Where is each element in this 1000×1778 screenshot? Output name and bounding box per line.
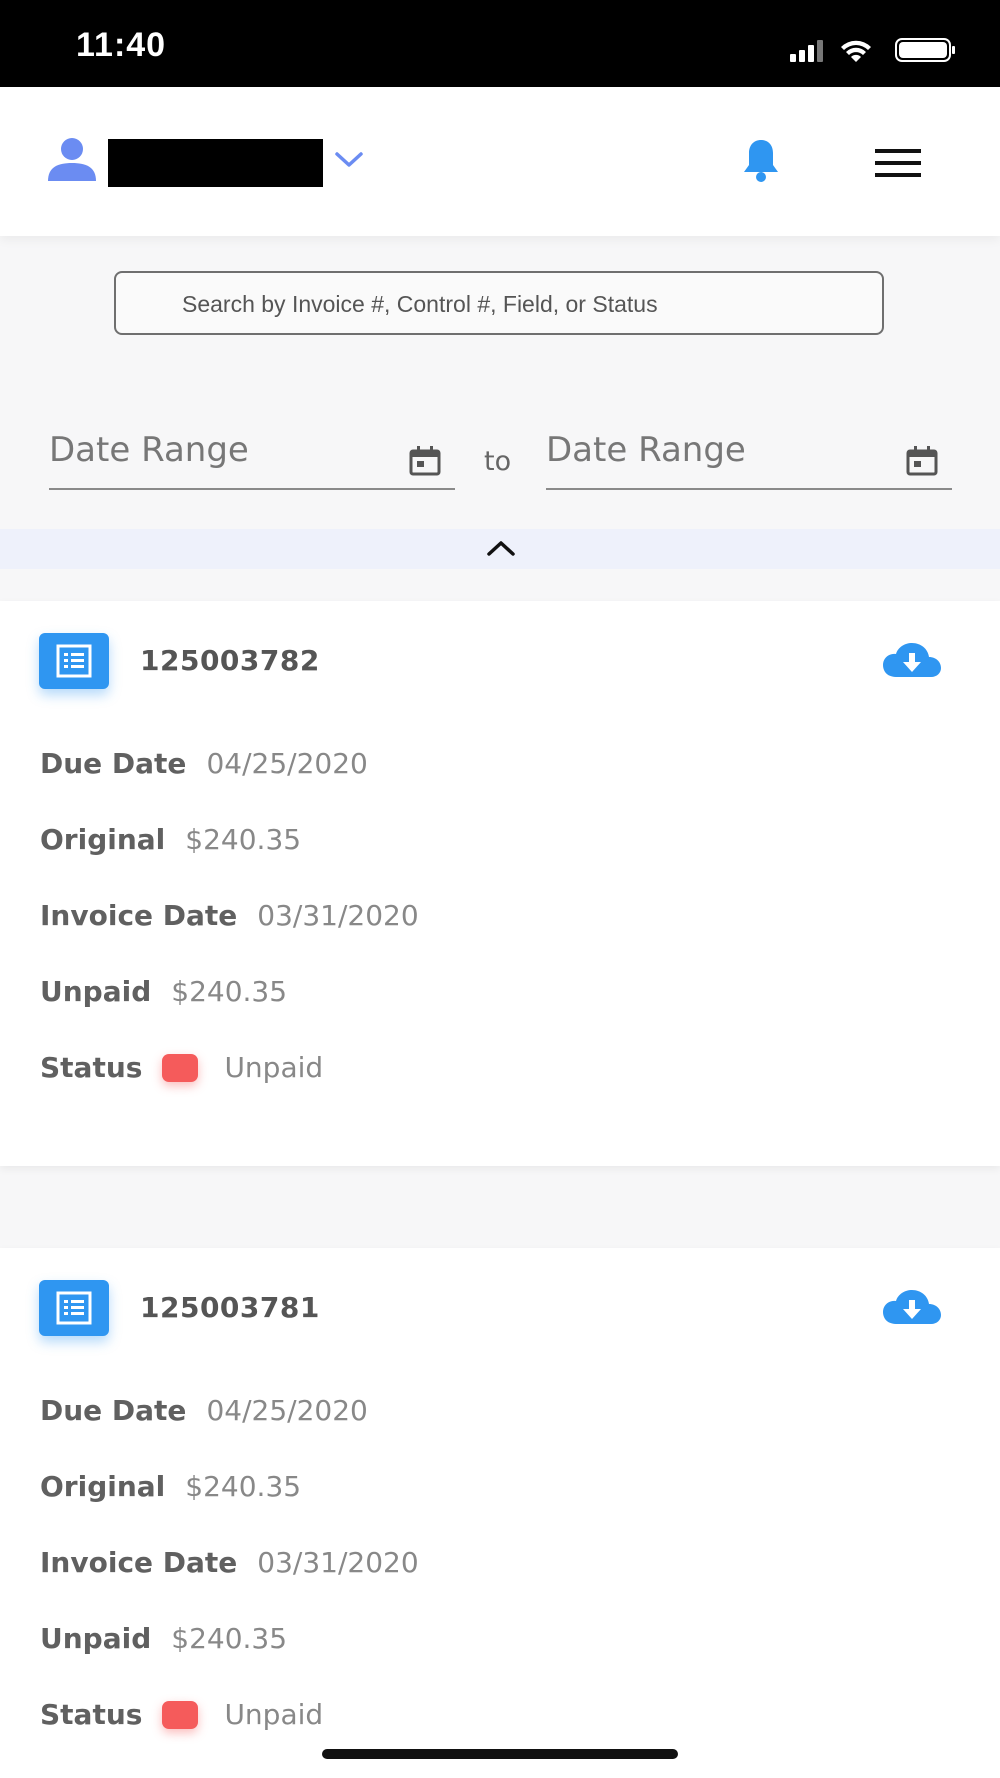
cloud-download-icon[interactable] <box>882 1288 942 1332</box>
field-value: 04/25/2020 <box>206 747 368 780</box>
calendar-icon[interactable] <box>409 446 441 480</box>
search-input[interactable] <box>180 286 864 322</box>
field-label: Original <box>40 1470 166 1503</box>
invoice-number[interactable]: 125003781 <box>140 1291 320 1324</box>
date-range-to-field[interactable]: Date Range <box>546 430 952 490</box>
chevron-down-icon[interactable] <box>334 150 364 174</box>
field-label: Invoice Date <box>40 899 238 932</box>
field-value: 04/25/2020 <box>206 1394 368 1427</box>
status-icons <box>790 36 960 66</box>
field-label: Status <box>40 1698 143 1731</box>
status-value: Unpaid <box>224 1698 324 1731</box>
field-unpaid: Unpaid $240.35 <box>40 1622 287 1662</box>
invoice-number[interactable]: 125003782 <box>140 644 320 677</box>
field-value: $240.35 <box>171 1622 288 1655</box>
wifi-icon <box>841 40 871 62</box>
field-label: Due Date <box>40 1394 187 1427</box>
battery-icon <box>895 38 955 62</box>
field-due-date: Due Date 04/25/2020 <box>40 1394 368 1434</box>
status-bar: 11:40 <box>0 0 1000 87</box>
field-value: $240.35 <box>185 823 302 856</box>
invoice-icon <box>39 1280 109 1336</box>
invoice-icon <box>39 633 109 689</box>
date-range-from-placeholder: Date Range <box>49 430 249 470</box>
status-time: 11:40 <box>76 26 167 64</box>
field-status: Status Unpaid <box>40 1051 323 1091</box>
field-status: Status Unpaid <box>40 1698 323 1738</box>
field-label: Original <box>40 823 166 856</box>
field-value: $240.35 <box>171 975 288 1008</box>
status-value: Unpaid <box>224 1051 324 1084</box>
home-indicator[interactable] <box>322 1749 678 1759</box>
status-indicator <box>162 1053 199 1082</box>
date-range-to-placeholder: Date Range <box>546 430 746 470</box>
field-unpaid: Unpaid $240.35 <box>40 975 287 1015</box>
date-range-from-field[interactable]: Date Range <box>49 430 455 490</box>
field-due-date: Due Date 04/25/2020 <box>40 747 368 787</box>
field-value: 03/31/2020 <box>257 1546 419 1579</box>
signal-icon <box>790 40 823 62</box>
field-label: Status <box>40 1051 143 1084</box>
field-original: Original $240.35 <box>40 1470 301 1510</box>
collapse-filters-bar[interactable] <box>0 529 1000 569</box>
field-value: 03/31/2020 <box>257 899 419 932</box>
field-label: Unpaid <box>40 1622 152 1655</box>
cloud-download-icon[interactable] <box>882 641 942 685</box>
chevron-up-icon[interactable] <box>486 539 516 563</box>
field-invoice-date: Invoice Date 03/31/2020 <box>40 899 419 939</box>
user-icon[interactable] <box>46 137 98 185</box>
invoice-card[interactable]: 125003781 Due Date 04/25/2020 Original $24… <box>0 1248 1000 1778</box>
field-label: Unpaid <box>40 975 152 1008</box>
field-label: Invoice Date <box>40 1546 238 1579</box>
invoice-card[interactable]: 125003782 Due Date 04/25/2020 Original $24… <box>0 601 1000 1166</box>
app-header <box>0 87 1000 236</box>
bell-icon[interactable] <box>741 137 781 187</box>
field-original: Original $240.35 <box>40 823 301 863</box>
field-label: Due Date <box>40 747 187 780</box>
field-value: $240.35 <box>185 1470 302 1503</box>
user-name-redacted[interactable] <box>108 139 323 187</box>
date-range-separator: to <box>484 446 512 477</box>
field-invoice-date: Invoice Date 03/31/2020 <box>40 1546 419 1586</box>
status-indicator <box>162 1700 199 1729</box>
calendar-icon[interactable] <box>906 446 938 480</box>
hamburger-menu-icon[interactable] <box>875 149 921 181</box>
search-box[interactable] <box>114 271 884 335</box>
